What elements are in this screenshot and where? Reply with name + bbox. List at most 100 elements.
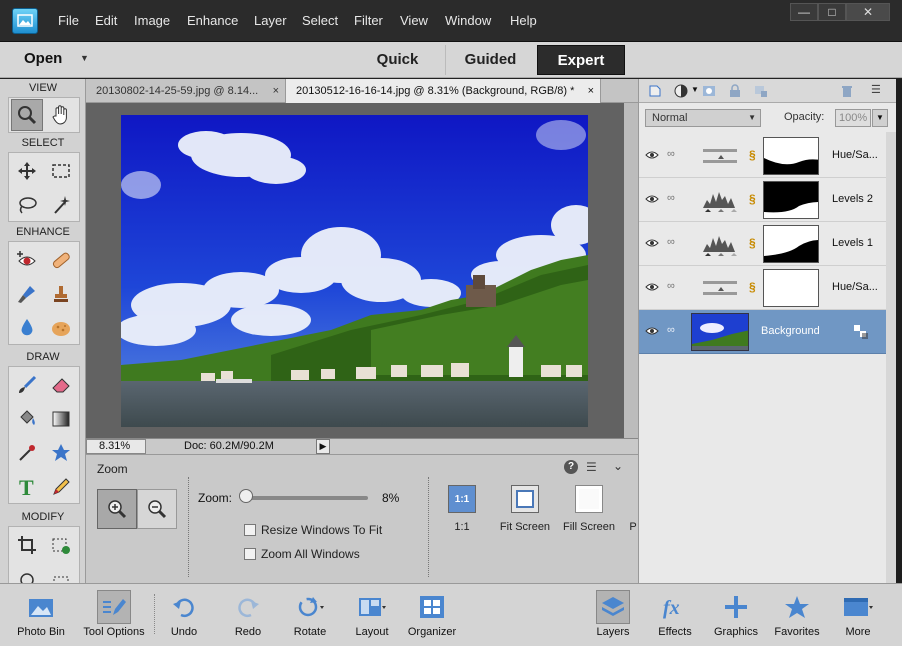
- status-menu-arrow-icon[interactable]: ▶: [316, 439, 330, 454]
- brush-tool[interactable]: [11, 369, 43, 401]
- open-button[interactable]: Open: [24, 50, 62, 67]
- layout-button[interactable]: Layout: [348, 586, 396, 644]
- canvas-area[interactable]: [86, 103, 638, 438]
- lock-all-icon[interactable]: [753, 83, 769, 99]
- zoom-tool[interactable]: [11, 99, 43, 131]
- layer-row[interactable]: ∞ § Hue/Sa...: [639, 266, 886, 310]
- close-icon[interactable]: ×: [588, 79, 594, 103]
- more-button[interactable]: More: [836, 586, 880, 644]
- close-window-button[interactable]: ✕: [846, 3, 890, 21]
- checkbox-box[interactable]: [244, 548, 256, 560]
- zoom-slider[interactable]: [246, 496, 368, 500]
- red-eye-tool[interactable]: [11, 244, 43, 276]
- menu-layer[interactable]: Layer: [254, 13, 287, 28]
- panel-menu-icon[interactable]: ☰: [586, 460, 597, 474]
- layers-button[interactable]: Layers: [590, 586, 636, 644]
- opacity-dropdown-icon[interactable]: ▼: [872, 109, 888, 127]
- effects-button[interactable]: fx Effects: [652, 586, 698, 644]
- eye-icon[interactable]: [645, 194, 659, 204]
- menu-window[interactable]: Window: [445, 13, 491, 28]
- doc-tab-1[interactable]: 20130802-14-25-59.jpg @ 8.14... ×: [86, 79, 286, 103]
- favorites-button[interactable]: Favorites: [770, 586, 824, 644]
- layer-mask-thumbnail[interactable]: [763, 137, 819, 175]
- graphics-button[interactable]: Graphics: [710, 586, 762, 644]
- layer-row[interactable]: ∞ § Hue/Sa...: [639, 134, 886, 178]
- one-to-one-button[interactable]: 1:1: [448, 485, 476, 513]
- layer-row-background[interactable]: ∞ Background: [639, 310, 886, 354]
- layer-mask-thumbnail[interactable]: [763, 225, 819, 263]
- gradient-tool[interactable]: [45, 403, 77, 435]
- layer-row[interactable]: ∞ § Levels 2: [639, 178, 886, 222]
- link-icon[interactable]: ∞: [667, 280, 675, 292]
- document-image[interactable]: [121, 115, 588, 427]
- adjustment-dropdown-icon[interactable]: ▼: [691, 85, 699, 94]
- maximize-button[interactable]: □: [818, 3, 846, 21]
- vertical-scrollbar[interactable]: [624, 103, 638, 438]
- rotate-button[interactable]: Rotate: [286, 586, 334, 644]
- menu-edit[interactable]: Edit: [95, 13, 117, 28]
- hand-tool[interactable]: [45, 99, 77, 131]
- minimize-button[interactable]: —: [790, 3, 818, 21]
- lock-icon[interactable]: [727, 83, 743, 99]
- layer-mask-thumbnail[interactable]: [763, 181, 819, 219]
- open-dropdown-icon[interactable]: ▼: [80, 53, 89, 63]
- marquee-tool[interactable]: [45, 155, 77, 187]
- link-icon[interactable]: ∞: [667, 192, 675, 204]
- menu-filter[interactable]: Filter: [354, 13, 383, 28]
- zoom-percent-field[interactable]: 8.31%: [86, 439, 146, 454]
- clone-stamp-tool[interactable]: [45, 278, 77, 310]
- adjustment-layer-icon[interactable]: [673, 83, 689, 99]
- magic-wand-tool[interactable]: [45, 189, 77, 221]
- link-icon[interactable]: ∞: [667, 148, 675, 160]
- sponge-tool[interactable]: [45, 312, 77, 344]
- menu-help[interactable]: Help: [510, 13, 537, 28]
- menu-enhance[interactable]: Enhance: [187, 13, 238, 28]
- recompose-tool[interactable]: [45, 529, 77, 561]
- move-tool[interactable]: [11, 155, 43, 187]
- help-icon[interactable]: ?: [564, 460, 578, 474]
- custom-shape-tool[interactable]: [45, 437, 77, 469]
- new-layer-icon[interactable]: [647, 83, 663, 99]
- close-icon[interactable]: ×: [273, 79, 279, 103]
- add-mask-icon[interactable]: [701, 83, 717, 99]
- link-icon[interactable]: ∞: [667, 324, 675, 336]
- redo-button[interactable]: Redo: [224, 586, 272, 644]
- layer-mask-thumbnail[interactable]: [763, 269, 819, 307]
- fit-screen-button[interactable]: [511, 485, 539, 513]
- eyedropper-tool[interactable]: [11, 437, 43, 469]
- layers-menu-icon[interactable]: ☰: [871, 83, 881, 96]
- undo-button[interactable]: Undo: [160, 586, 208, 644]
- blur-tool[interactable]: [11, 312, 43, 344]
- smart-brush-tool[interactable]: [11, 278, 43, 310]
- tool-options-button[interactable]: Tool Options: [78, 586, 150, 644]
- pencil-tool[interactable]: [45, 471, 77, 503]
- zoom-all-windows-checkbox[interactable]: Zoom All Windows: [244, 547, 360, 561]
- eye-icon[interactable]: [645, 238, 659, 248]
- tab-quick[interactable]: Quick: [350, 45, 445, 75]
- eye-icon[interactable]: [645, 326, 659, 336]
- zoom-slider-thumb[interactable]: [239, 489, 253, 503]
- collapse-chevron-icon[interactable]: ⌄: [613, 459, 623, 473]
- menu-select[interactable]: Select: [302, 13, 338, 28]
- fill-screen-button[interactable]: [575, 485, 603, 513]
- crop-tool[interactable]: [11, 529, 43, 561]
- eye-icon[interactable]: [645, 150, 659, 160]
- doc-tab-2[interactable]: 20130512-16-16-14.jpg @ 8.31% (Backgroun…: [286, 79, 601, 103]
- layer-row[interactable]: ∞ § Levels 1: [639, 222, 886, 266]
- layer-thumbnail[interactable]: [691, 313, 749, 351]
- eye-icon[interactable]: [645, 282, 659, 292]
- zoom-in-button[interactable]: [97, 489, 137, 529]
- tab-guided[interactable]: Guided: [445, 45, 535, 75]
- eraser-tool[interactable]: [45, 369, 77, 401]
- lasso-tool[interactable]: [11, 189, 43, 221]
- link-icon[interactable]: ∞: [667, 236, 675, 248]
- menu-view[interactable]: View: [400, 13, 428, 28]
- resize-windows-checkbox[interactable]: Resize Windows To Fit: [244, 523, 382, 537]
- opacity-field[interactable]: 100%: [835, 109, 871, 127]
- blend-mode-select[interactable]: Normal ▼: [645, 109, 761, 127]
- checkbox-box[interactable]: [244, 524, 256, 536]
- organizer-button[interactable]: Organizer: [404, 586, 460, 644]
- healing-brush-tool[interactable]: [45, 244, 77, 276]
- paint-bucket-tool[interactable]: [11, 403, 43, 435]
- trash-icon[interactable]: [839, 83, 855, 99]
